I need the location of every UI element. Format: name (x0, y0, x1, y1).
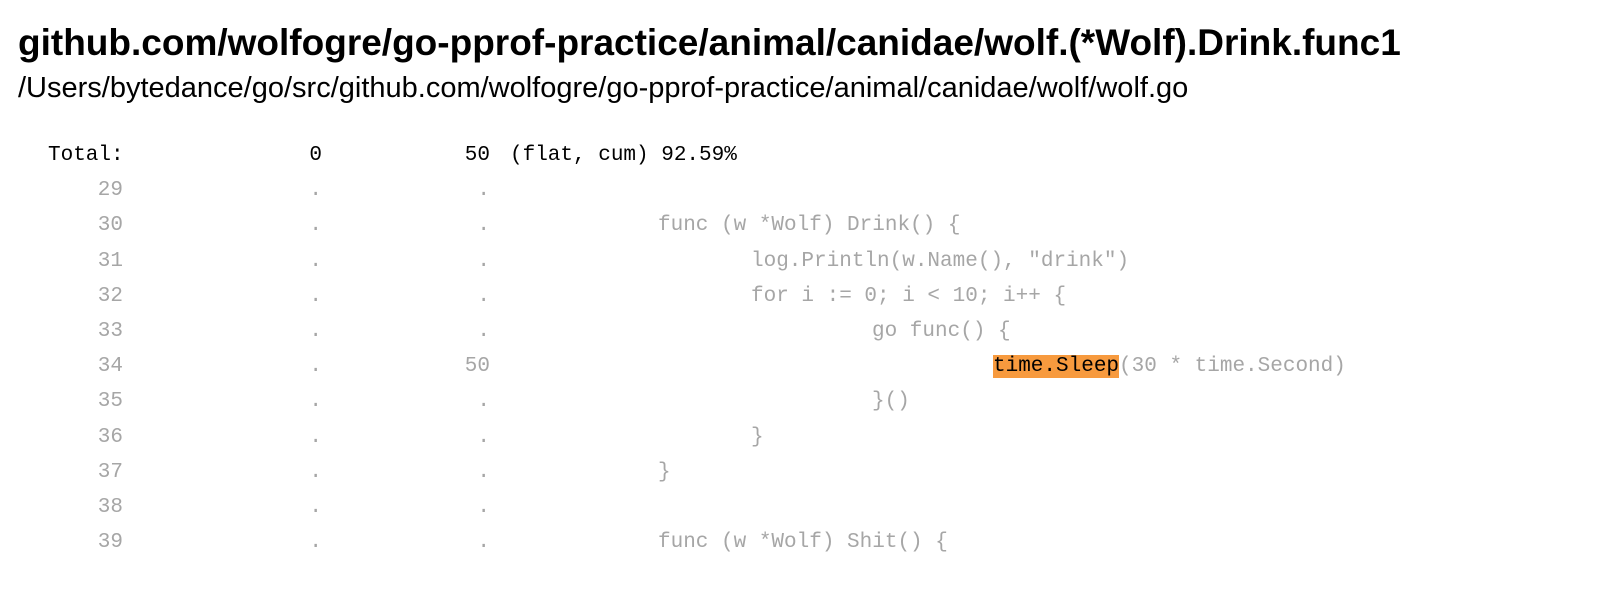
source-code: log.Println(w.Name(), "drink") (751, 244, 1129, 279)
source-line-row: 36..} (0, 420, 1602, 455)
source-line-row: 30.. func (w *Wolf) Drink() { (0, 208, 1602, 243)
pprof-source-view: github.com/wolfogre/go-pprof-practice/an… (0, 0, 1602, 594)
line-number: 30 (97, 214, 123, 238)
flat-value: . (309, 179, 322, 203)
source-code-text: for i := 0; i < 10; i++ { (751, 284, 1067, 308)
total-row: Total: 0 50 (flat, cum) 92.59% (0, 138, 1602, 173)
source-line-row: 34. 50 time.Sleep(30 * time.Second) (0, 349, 1602, 384)
flat-value: . (309, 355, 322, 379)
hot-call-highlight: time.Sleep (993, 355, 1120, 379)
source-code: } (658, 455, 671, 490)
line-number: 33 (97, 319, 123, 343)
cum-value: . (477, 214, 490, 238)
source-code: } (751, 420, 764, 455)
source-code: func (w *Wolf) Drink() { (658, 208, 960, 243)
source-line-row: 32.. for i := 0; i < 10; i++ { (0, 279, 1602, 314)
source-code: }() (872, 384, 910, 419)
flat-value: . (309, 425, 322, 449)
source-code: go func() { (872, 314, 1011, 349)
flat-value: . (309, 460, 322, 484)
line-number: 36 (97, 425, 123, 449)
source-code-text: go func() { (872, 319, 1011, 343)
source-code-text: }() (872, 390, 910, 414)
line-number: 38 (97, 495, 123, 519)
source-code-text: func (w *Wolf) Shit() { (658, 531, 948, 555)
flat-value: . (309, 319, 322, 343)
flat-value: . (309, 214, 322, 238)
cum-value: . (477, 495, 490, 519)
flat-value: . (309, 495, 322, 519)
source-code: time.Sleep(30 * time.Second) (993, 349, 1346, 384)
cum-value: 50 (464, 355, 490, 379)
source-file-path: /Users/bytedance/go/src/github.com/wolfo… (18, 72, 1189, 104)
source-line-row: 39.. func (w *Wolf) Shit() { (0, 525, 1602, 560)
flat-value: . (309, 284, 322, 308)
source-line-row: 35.. }() (0, 384, 1602, 419)
cum-value: . (477, 460, 490, 484)
cum-value: . (477, 319, 490, 343)
source-listing: Total: 0 50 (flat, cum) 92.59% 29.. 30.. f… (0, 138, 1602, 560)
line-number: 37 (97, 460, 123, 484)
cum-value: . (477, 284, 490, 308)
cum-value: . (477, 390, 490, 414)
source-line-row: 33.. go func() { (0, 314, 1602, 349)
source-code-text: (30 * time.Second) (1119, 355, 1346, 379)
source-code-text: } (658, 460, 671, 484)
source-line-row: 31.. log.Println(w.Name(), "drink") (0, 244, 1602, 279)
source-line-row: 37..} (0, 455, 1602, 490)
cum-value: . (477, 425, 490, 449)
source-code: func (w *Wolf) Shit() { (658, 525, 948, 560)
flat-value: . (309, 531, 322, 555)
source-code-text: func (w *Wolf) Drink() { (658, 214, 961, 238)
function-name-heading: github.com/wolfogre/go-pprof-practice/an… (18, 22, 1401, 63)
cum-value: . (477, 249, 490, 273)
total-cum-value: 50 (464, 144, 490, 167)
line-number: 34 (97, 355, 123, 379)
line-number: 32 (97, 284, 123, 308)
source-line-row: 38.. (0, 490, 1602, 525)
source-code-text: } (751, 425, 764, 449)
line-number: 31 (97, 249, 123, 273)
line-number: 35 (97, 390, 123, 414)
total-label: Total: (48, 144, 124, 167)
cum-value: . (477, 531, 490, 555)
line-number: 39 (97, 531, 123, 555)
line-number: 29 (97, 179, 123, 203)
flat-value: . (309, 249, 322, 273)
source-line-row: 29.. (0, 173, 1602, 208)
total-summary: (flat, cum) 92.59% (510, 144, 737, 167)
source-code: for i := 0; i < 10; i++ { (751, 279, 1066, 314)
flat-value: . (309, 390, 322, 414)
total-flat-value: 0 (309, 144, 322, 167)
cum-value: . (477, 179, 490, 203)
source-code-text: log.Println(w.Name(), "drink") (751, 249, 1130, 273)
